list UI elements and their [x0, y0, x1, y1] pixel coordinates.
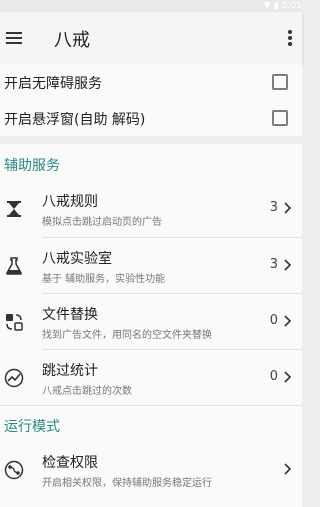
- item-title: 检查权限: [42, 455, 98, 471]
- item-title: 八戒实验室: [42, 251, 112, 267]
- toggle-floating-label: 开启悬浮窗(自助 解码): [4, 112, 146, 128]
- toggle-floating-row[interactable]: 开启悬浮窗(自助 解码): [0, 100, 302, 136]
- chevron-right-icon: [284, 259, 292, 271]
- route-icon: [4, 460, 24, 480]
- mode-section-header: 运行模式: [4, 419, 60, 435]
- list-item-file-replace[interactable]: 文件替换 找到广告文件，用同名的空文件夹替换 0: [0, 294, 302, 350]
- list-item-skip-stats[interactable]: 跳过统计 八戒点击跳过的次数 0: [0, 350, 302, 406]
- list-item-lab[interactable]: 八戒实验室 基于 辅助服务，实验性功能 3: [0, 238, 302, 294]
- flask-icon: [6, 257, 22, 275]
- item-subtitle: 找到广告文件，用同名的空文件夹替换: [42, 330, 212, 341]
- toggle-floating-checkbox[interactable]: [272, 110, 288, 126]
- toggle-accessibility-checkbox[interactable]: [272, 74, 288, 90]
- wifi-icon: ▼: [263, 1, 271, 11]
- item-subtitle: 模拟点击跳过启动页的广告: [42, 217, 162, 228]
- assist-section-header: 辅助服务: [4, 158, 60, 174]
- hamburger-icon[interactable]: [4, 28, 24, 48]
- item-title: 八戒规则: [42, 194, 98, 210]
- chevron-right-icon: [284, 463, 292, 475]
- item-subtitle: 开启相关权限，保持辅助服务稳定运行: [42, 478, 212, 489]
- swap-icon: [6, 314, 23, 331]
- app-title: 八戒: [54, 30, 90, 51]
- item-count: 3: [269, 200, 278, 215]
- status-icons: ▼ ▮ 5:05: [264, 0, 302, 12]
- item-subtitle: 基于 辅助服务，实验性功能: [42, 274, 166, 285]
- item-title: 跳过统计: [42, 363, 98, 379]
- item-title: 文件替换: [42, 307, 98, 323]
- hourglass-icon: [7, 201, 21, 217]
- chevron-right-icon: [284, 371, 292, 383]
- toggle-accessibility-row[interactable]: 开启无障碍服务: [0, 64, 302, 100]
- status-bar: ▼ ▮ 5:05: [0, 0, 302, 12]
- chevron-right-icon: [284, 315, 292, 327]
- list-item-check-permission[interactable]: 检查权限 开启相关权限，保持辅助服务稳定运行: [0, 442, 302, 498]
- item-count: 0: [269, 313, 278, 328]
- battery-icon: ▮: [273, 1, 279, 11]
- assist-services-card: 辅助服务 八戒规则 模拟点击跳过启动页的广告 3 八戒实验室 基于 辅助服务，实…: [0, 144, 302, 405]
- list-item-rules[interactable]: 八戒规则 模拟点击跳过启动页的广告 3: [0, 181, 302, 237]
- item-count: 0: [269, 369, 278, 384]
- app-toolbar: 八戒: [0, 12, 302, 64]
- toggle-accessibility-label: 开启无障碍服务: [4, 76, 102, 92]
- item-subtitle: 八戒点击跳过的次数: [42, 386, 132, 397]
- status-time: 5:05: [281, 1, 302, 11]
- run-mode-card: 运行模式 检查权限 开启相关权限，保持辅助服务稳定运行: [0, 405, 302, 507]
- toggles-card: 开启无障碍服务 开启悬浮窗(自助 解码): [0, 64, 302, 136]
- trend-icon: [4, 368, 24, 388]
- more-vert-icon[interactable]: [284, 28, 296, 48]
- chevron-right-icon: [284, 202, 292, 214]
- item-count: 3: [269, 257, 278, 272]
